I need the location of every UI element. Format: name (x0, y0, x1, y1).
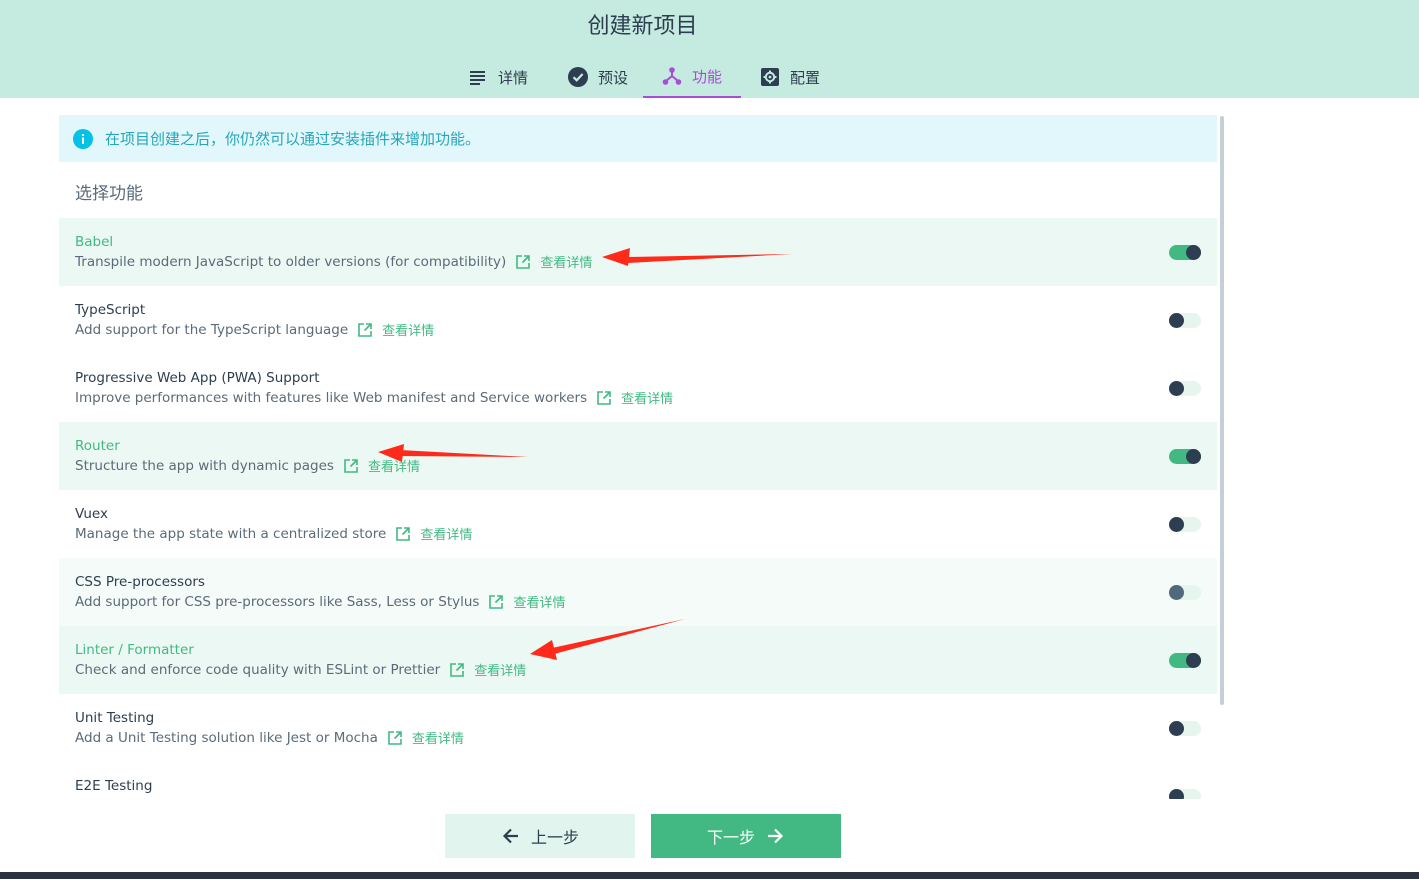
feature-description-row: Add support for CSS pre-processors like … (75, 592, 565, 612)
feature-description-row: Improve performances with features like … (75, 388, 673, 408)
previous-step-button[interactable]: 上一步 (445, 814, 635, 858)
feature-item-router[interactable]: Router Structure the app with dynamic pa… (59, 422, 1217, 490)
info-icon (73, 128, 93, 149)
external-link-icon[interactable] (515, 254, 531, 270)
feature-description-row: Transpile modern JavaScript to older ver… (75, 252, 592, 272)
check-circle-icon (567, 67, 588, 87)
toggle-knob (1169, 585, 1184, 600)
tab-label: 功能 (691, 67, 722, 86)
feature-description: Add a Unit Testing solution like Jest or… (75, 729, 378, 746)
more-info-link[interactable]: 查看详情 (474, 660, 526, 679)
feature-toggle[interactable] (1169, 245, 1201, 260)
fork-icon (662, 66, 682, 86)
feature-item-babel[interactable]: Babel Transpile modern JavaScript to old… (59, 218, 1217, 286)
feature-description-row: Manage the app state with a centralized … (75, 524, 472, 544)
list-icon (468, 67, 488, 87)
feature-description-row: Check and enforce code quality with ESLi… (75, 660, 526, 680)
info-banner: 在项目创建之后，你仍然可以通过安装插件来增加功能。 (59, 115, 1217, 162)
feature-description: Transpile modern JavaScript to older ver… (75, 253, 507, 270)
more-info-link[interactable]: 查看详情 (513, 592, 565, 611)
info-text: 在项目创建之后，你仍然可以通过安装插件来增加功能。 (105, 130, 481, 148)
feature-item-typescript[interactable]: TypeScript Add support for the TypeScrip… (59, 286, 1217, 354)
tab-presets[interactable]: 预设 (553, 56, 643, 98)
external-link-icon[interactable] (395, 526, 411, 542)
header: 创建新项目 详情 预设 功能 配置 (0, 0, 1419, 98)
feature-description: Structure the app with dynamic pages (75, 457, 334, 474)
external-link-icon[interactable] (387, 730, 403, 746)
feature-item-css-preprocessors[interactable]: CSS Pre-processors Add support for CSS p… (59, 558, 1217, 626)
feature-toggle[interactable] (1169, 381, 1201, 396)
feature-description: Check and enforce code quality with ESLi… (75, 661, 441, 678)
feature-item-e2e-testing[interactable]: E2E Testing (59, 762, 1217, 799)
tab-bar: 详情 预设 功能 配置 (0, 56, 1419, 98)
external-link-icon[interactable] (357, 322, 373, 338)
feature-description: Add support for the TypeScript language (75, 321, 349, 338)
feature-toggle[interactable] (1169, 721, 1201, 736)
scrollbar[interactable] (1220, 116, 1224, 705)
feature-name: Babel (75, 234, 114, 250)
feature-name: Linter / Formatter (75, 642, 194, 658)
feature-description: Add support for CSS pre-processors like … (75, 593, 480, 610)
more-info-link[interactable]: 查看详情 (412, 728, 464, 747)
feature-toggle[interactable] (1169, 789, 1201, 799)
feature-item-linter[interactable]: Linter / Formatter Check and enforce cod… (59, 626, 1217, 694)
feature-item-vuex[interactable]: Vuex Manage the app state with a central… (59, 490, 1217, 558)
more-info-link[interactable]: 查看详情 (368, 456, 420, 475)
external-link-icon[interactable] (596, 390, 612, 406)
more-info-link[interactable]: 查看详情 (420, 524, 472, 543)
previous-step-label: 上一步 (530, 828, 579, 847)
feature-toggle[interactable] (1169, 653, 1201, 668)
feature-name: Unit Testing (75, 710, 155, 726)
gear-icon (760, 67, 780, 87)
next-step-button[interactable]: 下一步 (651, 814, 841, 858)
toggle-knob (1186, 245, 1201, 260)
feature-name: E2E Testing (75, 778, 153, 794)
feature-description: Improve performances with features like … (75, 389, 588, 406)
feature-description-row: Add support for the TypeScript language … (75, 320, 434, 340)
external-link-icon[interactable] (449, 662, 465, 678)
feature-item-pwa[interactable]: Progressive Web App (PWA) Support Improv… (59, 354, 1217, 422)
toggle-knob (1169, 721, 1184, 736)
feature-name: Vuex (75, 506, 108, 522)
more-info-link[interactable]: 查看详情 (382, 320, 434, 339)
toggle-knob (1169, 381, 1184, 396)
more-info-link[interactable]: 查看详情 (621, 388, 673, 407)
arrow-left-icon (501, 826, 521, 846)
external-link-icon[interactable] (343, 458, 359, 474)
feature-panel: 在项目创建之后，你仍然可以通过安装插件来增加功能。 选择功能 Babel Tra… (59, 115, 1217, 799)
feature-item-unit-testing[interactable]: Unit Testing Add a Unit Testing solution… (59, 694, 1217, 762)
next-step-label: 下一步 (706, 828, 755, 847)
feature-name: Router (75, 438, 120, 454)
toggle-knob (1186, 449, 1201, 464)
tab-label: 详情 (497, 68, 528, 87)
feature-toggle[interactable] (1169, 517, 1201, 532)
feature-toggle[interactable] (1169, 449, 1201, 464)
more-info-link[interactable]: 查看详情 (540, 252, 592, 271)
page-title: 创建新项目 (587, 14, 698, 39)
tab-details[interactable]: 详情 (458, 56, 538, 98)
toggle-knob (1169, 789, 1184, 799)
tab-features[interactable]: 功能 (643, 56, 741, 98)
feature-toggle[interactable] (1169, 585, 1201, 600)
bottom-bar (0, 872, 1419, 879)
tab-config[interactable]: 配置 (750, 56, 830, 98)
arrow-right-icon (765, 826, 785, 846)
tab-label: 预设 (597, 68, 628, 87)
feature-description-row: Add a Unit Testing solution like Jest or… (75, 728, 464, 748)
toggle-knob (1169, 517, 1184, 532)
footer: 上一步 下一步 (0, 799, 1419, 871)
toggle-knob (1169, 313, 1184, 328)
tab-label: 配置 (789, 68, 820, 87)
toggle-knob (1186, 653, 1201, 668)
feature-description-row: Structure the app with dynamic pages 查看详… (75, 456, 420, 476)
feature-toggle[interactable] (1169, 313, 1201, 328)
feature-name: TypeScript (75, 302, 146, 318)
feature-description: Manage the app state with a centralized … (75, 525, 387, 542)
feature-name: CSS Pre-processors (75, 574, 205, 590)
external-link-icon[interactable] (488, 594, 504, 610)
section-title: 选择功能 (75, 184, 143, 204)
feature-name: Progressive Web App (PWA) Support (75, 370, 320, 386)
